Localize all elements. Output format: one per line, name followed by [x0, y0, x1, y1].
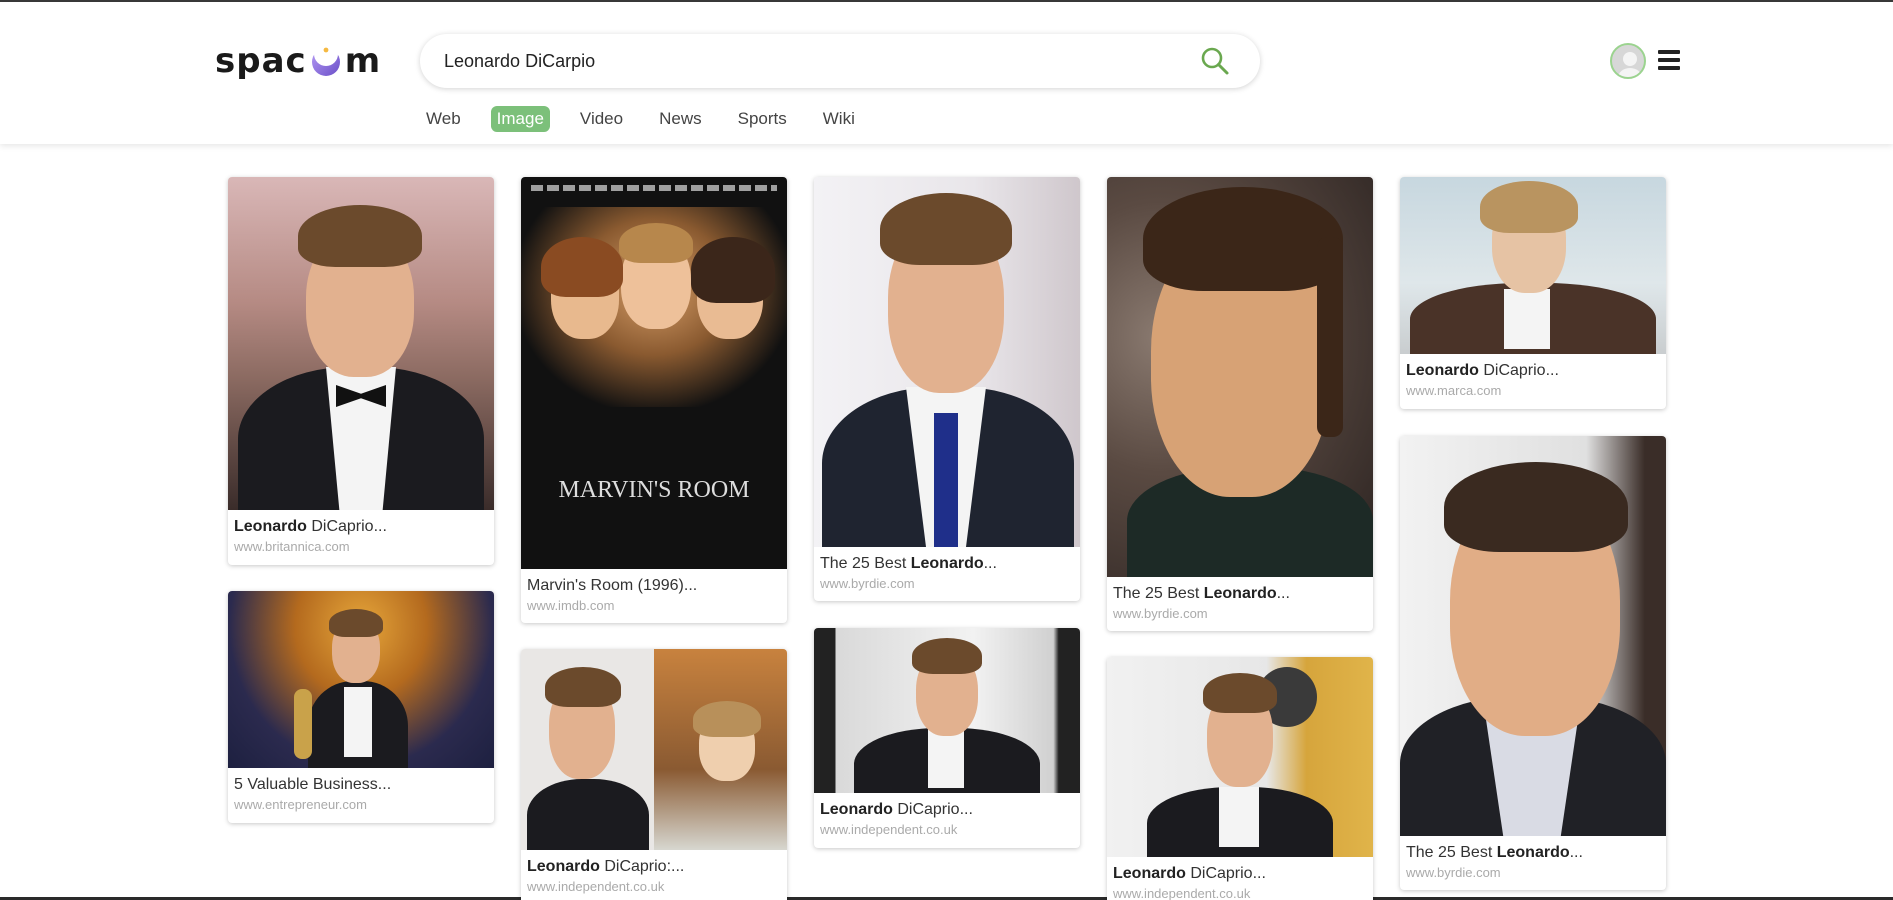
result-title: Leonardo DiCaprio:...: [527, 858, 685, 875]
image-result-card[interactable]: The 25 Best Leonardo... www.byrdie.com: [1107, 177, 1373, 631]
image-result-card[interactable]: The 25 Best Leonardo... www.byrdie.com: [1400, 436, 1666, 890]
spacom-logo[interactable]: spac m: [215, 40, 381, 82]
result-thumbnail[interactable]: MARVIN'S ROOM: [521, 177, 787, 569]
result-source: www.imdb.com: [527, 598, 615, 613]
tab-image[interactable]: Image: [490, 106, 550, 132]
result-source: www.byrdie.com: [820, 576, 915, 591]
logo-text-left: spac: [215, 41, 307, 81]
tab-sports[interactable]: Sports: [732, 106, 793, 132]
result-title: The 25 Best Leonardo...: [820, 555, 997, 572]
search-bar: [420, 34, 1260, 88]
result-thumbnail[interactable]: [814, 628, 1080, 793]
result-thumbnail[interactable]: [521, 649, 787, 850]
result-thumbnail[interactable]: [1107, 657, 1373, 857]
result-title: The 25 Best Leonardo...: [1406, 844, 1583, 861]
search-type-tabs: Web Image Video News Sports Wiki: [420, 106, 885, 132]
result-title: Leonardo DiCaprio...: [234, 518, 387, 535]
hamburger-menu-icon[interactable]: [1658, 50, 1680, 72]
result-thumbnail[interactable]: [1400, 177, 1666, 354]
result-title: The 25 Best Leonardo...: [1113, 585, 1290, 602]
result-source: www.britannica.com: [234, 539, 350, 554]
tab-web[interactable]: Web: [420, 106, 467, 132]
poster-title: MARVIN'S ROOM: [558, 477, 750, 503]
image-result-card[interactable]: Leonardo DiCaprio... www.independent.co.…: [1107, 657, 1373, 900]
result-title: Leonardo DiCaprio...: [1113, 865, 1266, 882]
image-result-card[interactable]: The 25 Best Leonardo... www.byrdie.com: [814, 177, 1080, 601]
result-source: www.independent.co.uk: [1113, 886, 1251, 900]
result-source: www.byrdie.com: [1406, 865, 1501, 880]
logo-text-right: m: [344, 41, 382, 81]
result-thumbnail[interactable]: [814, 177, 1080, 547]
image-result-card[interactable]: MARVIN'S ROOM Marvin's Room (1996)... ww…: [521, 177, 787, 623]
result-thumbnail[interactable]: [228, 177, 494, 510]
top-bar: spac m Web: [0, 2, 1893, 144]
search-input[interactable]: [444, 50, 1184, 72]
result-thumbnail[interactable]: [1400, 436, 1666, 836]
result-source: www.byrdie.com: [1113, 606, 1208, 621]
image-result-card[interactable]: Leonardo DiCaprio... www.independent.co.…: [814, 628, 1080, 848]
user-avatar-icon[interactable]: [1610, 43, 1646, 79]
result-source: www.marca.com: [1406, 383, 1502, 398]
result-title: Leonardo DiCaprio...: [820, 801, 973, 818]
result-title: Marvin's Room (1996)...: [527, 577, 698, 594]
result-source: www.independent.co.uk: [527, 879, 665, 894]
search-icon[interactable]: [1200, 46, 1230, 76]
image-result-card[interactable]: 5 Valuable Business... www.entrepreneur.…: [228, 591, 494, 823]
image-result-card[interactable]: Leonardo DiCaprio... www.marca.com: [1400, 177, 1666, 409]
result-source: www.independent.co.uk: [820, 822, 958, 837]
tab-news[interactable]: News: [653, 106, 708, 132]
moon-logo-icon: [309, 42, 343, 78]
result-thumbnail[interactable]: [228, 591, 494, 768]
tab-video[interactable]: Video: [574, 106, 629, 132]
result-title: Leonardo DiCaprio...: [1406, 362, 1559, 379]
result-thumbnail[interactable]: [1107, 177, 1373, 577]
result-title: 5 Valuable Business...: [234, 776, 392, 793]
image-result-card[interactable]: Leonardo DiCaprio:... www.independent.co…: [521, 649, 787, 900]
result-source: www.entrepreneur.com: [234, 797, 367, 812]
image-result-card[interactable]: Leonardo DiCaprio... www.britannica.com: [228, 177, 494, 565]
tab-wiki[interactable]: Wiki: [817, 106, 861, 132]
